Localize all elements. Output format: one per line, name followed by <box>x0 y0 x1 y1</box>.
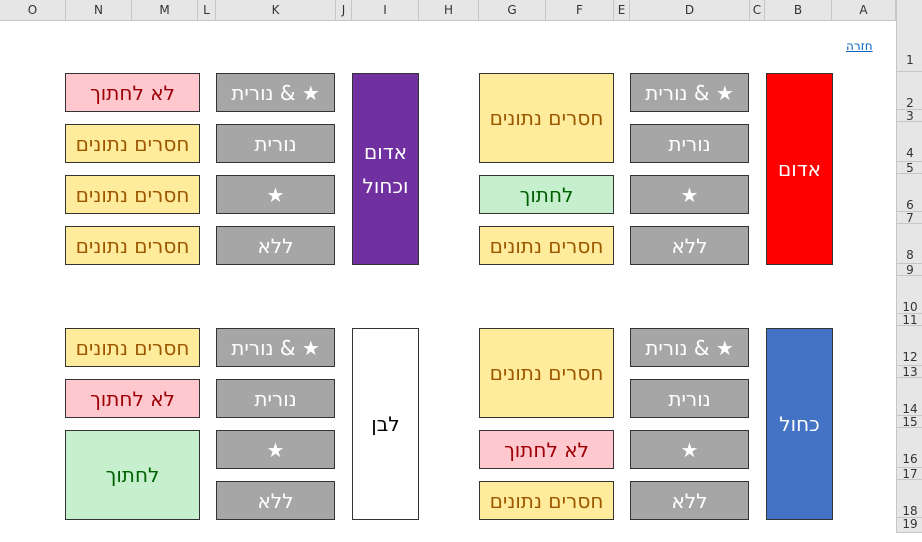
purple-option-nurit-star[interactable]: נורית & ★ <box>216 73 335 112</box>
column-header-a[interactable]: A <box>832 0 896 20</box>
row-header-9[interactable]: 9 <box>897 264 922 276</box>
row-header-7[interactable]: 7 <box>897 212 922 224</box>
column-header-b[interactable]: B <box>765 0 832 20</box>
purple-result-2: חסרים נתונים <box>65 124 200 163</box>
purple-option-none[interactable]: ללא <box>216 226 335 265</box>
group-label-red: אדום <box>766 73 833 265</box>
white-result-2: לא לחתוך <box>65 379 200 418</box>
row-header-2[interactable]: 2 <box>897 72 922 110</box>
row-header-16[interactable]: 16 <box>897 428 922 468</box>
column-header-o[interactable]: O <box>0 0 66 20</box>
red-result-1: חסרים נתונים <box>479 73 614 163</box>
red-option-star[interactable]: ★ <box>630 175 749 214</box>
row-header-11[interactable]: 11 <box>897 314 922 326</box>
white-option-nurit-star[interactable]: נורית & ★ <box>216 328 335 367</box>
column-header-m[interactable]: M <box>132 0 198 20</box>
row-header-17[interactable]: 17 <box>897 468 922 480</box>
column-header-d[interactable]: D <box>630 0 750 20</box>
row-header-5[interactable]: 5 <box>897 162 922 174</box>
back-link[interactable]: חזרה <box>846 39 873 53</box>
row-header-bar: 1 2 3 4 5 6 7 8 9 10 11 12 13 14 15 16 1… <box>896 0 922 533</box>
white-option-star[interactable]: ★ <box>216 430 335 469</box>
white-result-1: חסרים נתונים <box>65 328 200 367</box>
row-header-6[interactable]: 6 <box>897 174 922 212</box>
red-result-2: לחתוך <box>479 175 614 214</box>
group-label-blue: כחול <box>766 328 833 520</box>
blue-option-nurit[interactable]: נורית <box>630 379 749 418</box>
blue-option-nurit-star[interactable]: נורית & ★ <box>630 328 749 367</box>
column-header-n[interactable]: N <box>66 0 132 20</box>
row-header-14[interactable]: 14 <box>897 378 922 416</box>
blue-result-2: לא לחתוך <box>479 430 614 469</box>
row-header-10[interactable]: 10 <box>897 276 922 314</box>
red-option-nurit-star[interactable]: נורית & ★ <box>630 73 749 112</box>
white-option-none[interactable]: ללא <box>216 481 335 520</box>
purple-option-nurit[interactable]: נורית <box>216 124 335 163</box>
column-header-j[interactable]: J <box>336 0 352 20</box>
red-result-3: חסרים נתונים <box>479 226 614 265</box>
row-header-1[interactable]: 1 <box>897 20 922 72</box>
white-result-3: לחתוך <box>65 430 200 520</box>
blue-result-3: חסרים נתונים <box>479 481 614 520</box>
blue-result-1: חסרים נתונים <box>479 328 614 418</box>
row-header-15[interactable]: 15 <box>897 416 922 428</box>
column-header-k[interactable]: K <box>216 0 336 20</box>
white-option-nurit[interactable]: נורית <box>216 379 335 418</box>
column-header-f[interactable]: F <box>546 0 614 20</box>
red-option-nurit[interactable]: נורית <box>630 124 749 163</box>
row-header-19[interactable]: 19 <box>897 518 922 533</box>
purple-result-1: לא לחתוך <box>65 73 200 112</box>
row-header-3[interactable]: 3 <box>897 110 922 122</box>
column-header-e[interactable]: E <box>614 0 630 20</box>
column-header-l[interactable]: L <box>198 0 216 20</box>
blue-option-star[interactable]: ★ <box>630 430 749 469</box>
row-header-12[interactable]: 12 <box>897 326 922 366</box>
column-header-i[interactable]: I <box>352 0 419 20</box>
purple-result-3: חסרים נתונים <box>65 175 200 214</box>
group-label-purple: אדום וכחול <box>352 73 419 265</box>
row-header-13[interactable]: 13 <box>897 366 922 378</box>
blue-option-none[interactable]: ללא <box>630 481 749 520</box>
row-header-18[interactable]: 18 <box>897 480 922 518</box>
column-header-bar: O N M L K J I H G F E D C B A <box>0 0 896 21</box>
column-header-g[interactable]: G <box>479 0 546 20</box>
column-header-c[interactable]: C <box>750 0 765 20</box>
red-option-none[interactable]: ללא <box>630 226 749 265</box>
column-header-h[interactable]: H <box>419 0 479 20</box>
row-header-4[interactable]: 4 <box>897 122 922 162</box>
group-label-white: לבן <box>352 328 419 520</box>
row-header-8[interactable]: 8 <box>897 224 922 264</box>
purple-option-star[interactable]: ★ <box>216 175 335 214</box>
purple-result-4: חסרים נתונים <box>65 226 200 265</box>
